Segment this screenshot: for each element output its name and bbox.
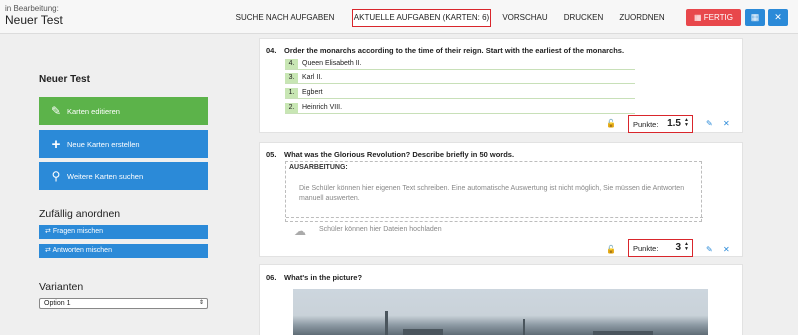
close-icon[interactable]: ✕ [723, 119, 730, 128]
shuffle-answers-button[interactable]: ⇄ Antworten mischen [39, 244, 208, 258]
editing-label: in Bearbeitung: [5, 4, 59, 13]
answer-description: Die Schüler können hier eigenen Text sch… [299, 185, 685, 202]
pencil-icon[interactable]: ✎ [706, 119, 713, 128]
stepper-icon[interactable]: ▲ ▼ [684, 242, 689, 252]
finish-label: FERTIG [703, 13, 733, 22]
question-title: 06. What's in the picture? [266, 273, 362, 282]
tab-current-tasks[interactable]: AKTUELLE AUFGABEN (KARTEN: 6) [352, 9, 491, 27]
search-cards-button[interactable]: ⚲ Weitere Karten suchen [39, 162, 208, 190]
save-button[interactable]: ▦ [745, 9, 765, 26]
close-button[interactable]: ✕ [768, 9, 788, 26]
cloud-upload-icon: ☁ [294, 224, 306, 238]
edit-cards-button[interactable]: ✎ Karten editieren [39, 97, 208, 125]
image-tower [523, 319, 525, 335]
tab-preview[interactable]: VORSCHAU [499, 9, 551, 27]
create-cards-label: Neue Karten erstellen [67, 139, 140, 149]
variants-heading: Varianten [39, 281, 84, 293]
question-card-05: 05. What was the Glorious Revolution? Des… [259, 142, 743, 257]
stepper-icon[interactable]: ▲ ▼ [684, 118, 689, 128]
plus-icon: + [51, 135, 61, 153]
question-card-04: 04. Order the monarchs according to the t… [259, 38, 743, 133]
search-icon: ⚲ [51, 169, 61, 183]
tab-search-tasks[interactable]: SUCHE NACH AUFGABEN [226, 9, 344, 27]
top-bar: in Bearbeitung: Neuer Test SUCHE NACH AU… [0, 0, 798, 34]
order-text: Karl II. [302, 74, 323, 81]
order-text: Egbert [302, 89, 323, 96]
points-label: Punkte: [633, 120, 659, 129]
pencil-icon[interactable]: ✎ [706, 245, 713, 254]
variant-select-value: Option 1 [44, 300, 71, 307]
order-item[interactable]: 3. Karl II. [285, 72, 635, 84]
shuffle-icon: ⇄ [45, 228, 51, 235]
unlock-icon[interactable]: 🔓 [606, 245, 616, 254]
order-item[interactable]: 1. Egbert [285, 87, 635, 99]
edit-icon: ✎ [50, 104, 62, 118]
order-index: 1. [285, 88, 298, 98]
question-text: What's in the picture? [284, 273, 363, 282]
question-text: Order the monarchs according to the time… [284, 46, 625, 55]
points-value: 1.5 [667, 118, 681, 129]
search-cards-label: Weitere Karten suchen [67, 171, 144, 181]
question-number: 05. [266, 150, 277, 159]
question-card-06: 06. What's in the picture? [259, 264, 743, 335]
order-item[interactable]: 4. Queen Elisabeth II. [285, 58, 635, 70]
question-image [293, 289, 708, 335]
shuffle-questions-label: Fragen mischen [52, 228, 104, 235]
tab-assign[interactable]: ZUORDNEN [616, 9, 668, 27]
shuffle-icon: ⇄ [45, 247, 51, 254]
shuffle-answers-label: Antworten mischen [52, 247, 112, 254]
image-tower [385, 311, 388, 335]
shuffle-questions-button[interactable]: ⇄ Fragen mischen [39, 225, 208, 239]
order-index: 3. [285, 73, 298, 83]
chevron-updown-icon: ⇕ [198, 300, 204, 306]
answer-label: AUSARBEITUNG: [289, 164, 348, 171]
upload-area[interactable]: ☁ Schüler können hier Dateien hochladen [286, 217, 703, 241]
points-value: 3 [675, 242, 681, 253]
question-title: 05. What was the Glorious Revolution? Des… [266, 150, 514, 159]
unlock-icon[interactable]: 🔓 [606, 119, 616, 128]
order-text: Queen Elisabeth II. [302, 60, 362, 67]
order-text: Heinrich VIII. [302, 104, 343, 111]
order-item[interactable]: 2. Heinrich VIII. [285, 102, 635, 114]
question-title: 04. Order the monarchs according to the t… [266, 46, 624, 55]
floppy-disk-icon: ▦ [750, 12, 760, 22]
image-building [403, 329, 443, 335]
variant-select[interactable]: Option 1 ⇕ [39, 298, 208, 309]
close-icon[interactable]: ✕ [723, 245, 730, 254]
question-text: What was the Glorious Revolution? Descri… [284, 150, 515, 159]
answer-box: AUSARBEITUNG: Die Schüler können hier ei… [285, 161, 703, 238]
order-index: 2. [285, 103, 298, 113]
points-label: Punkte: [633, 244, 659, 253]
test-title: Neuer Test [5, 13, 63, 27]
question-number: 06. [266, 273, 277, 282]
points-field[interactable]: Punkte: 3 ▲ ▼ [628, 239, 693, 257]
edit-cards-label: Karten editieren [67, 106, 120, 116]
points-field[interactable]: Punkte: 1.5 ▲ ▼ [628, 115, 693, 133]
question-number: 04. [266, 46, 277, 55]
upload-text: Schüler können hier Dateien hochladen [319, 226, 442, 233]
tab-print[interactable]: DRUCKEN [561, 9, 606, 27]
floppy-disk-icon: ▦ [694, 13, 702, 22]
finish-button[interactable]: ▦ FERTIG [686, 9, 741, 26]
create-cards-button[interactable]: + Neue Karten erstellen [39, 130, 208, 158]
shuffle-heading: Zufällig anordnen [39, 208, 121, 220]
close-icon: ✕ [774, 12, 782, 22]
image-building [593, 331, 653, 335]
order-index: 4. [285, 59, 298, 69]
sidebar-title: Neuer Test [39, 74, 90, 85]
